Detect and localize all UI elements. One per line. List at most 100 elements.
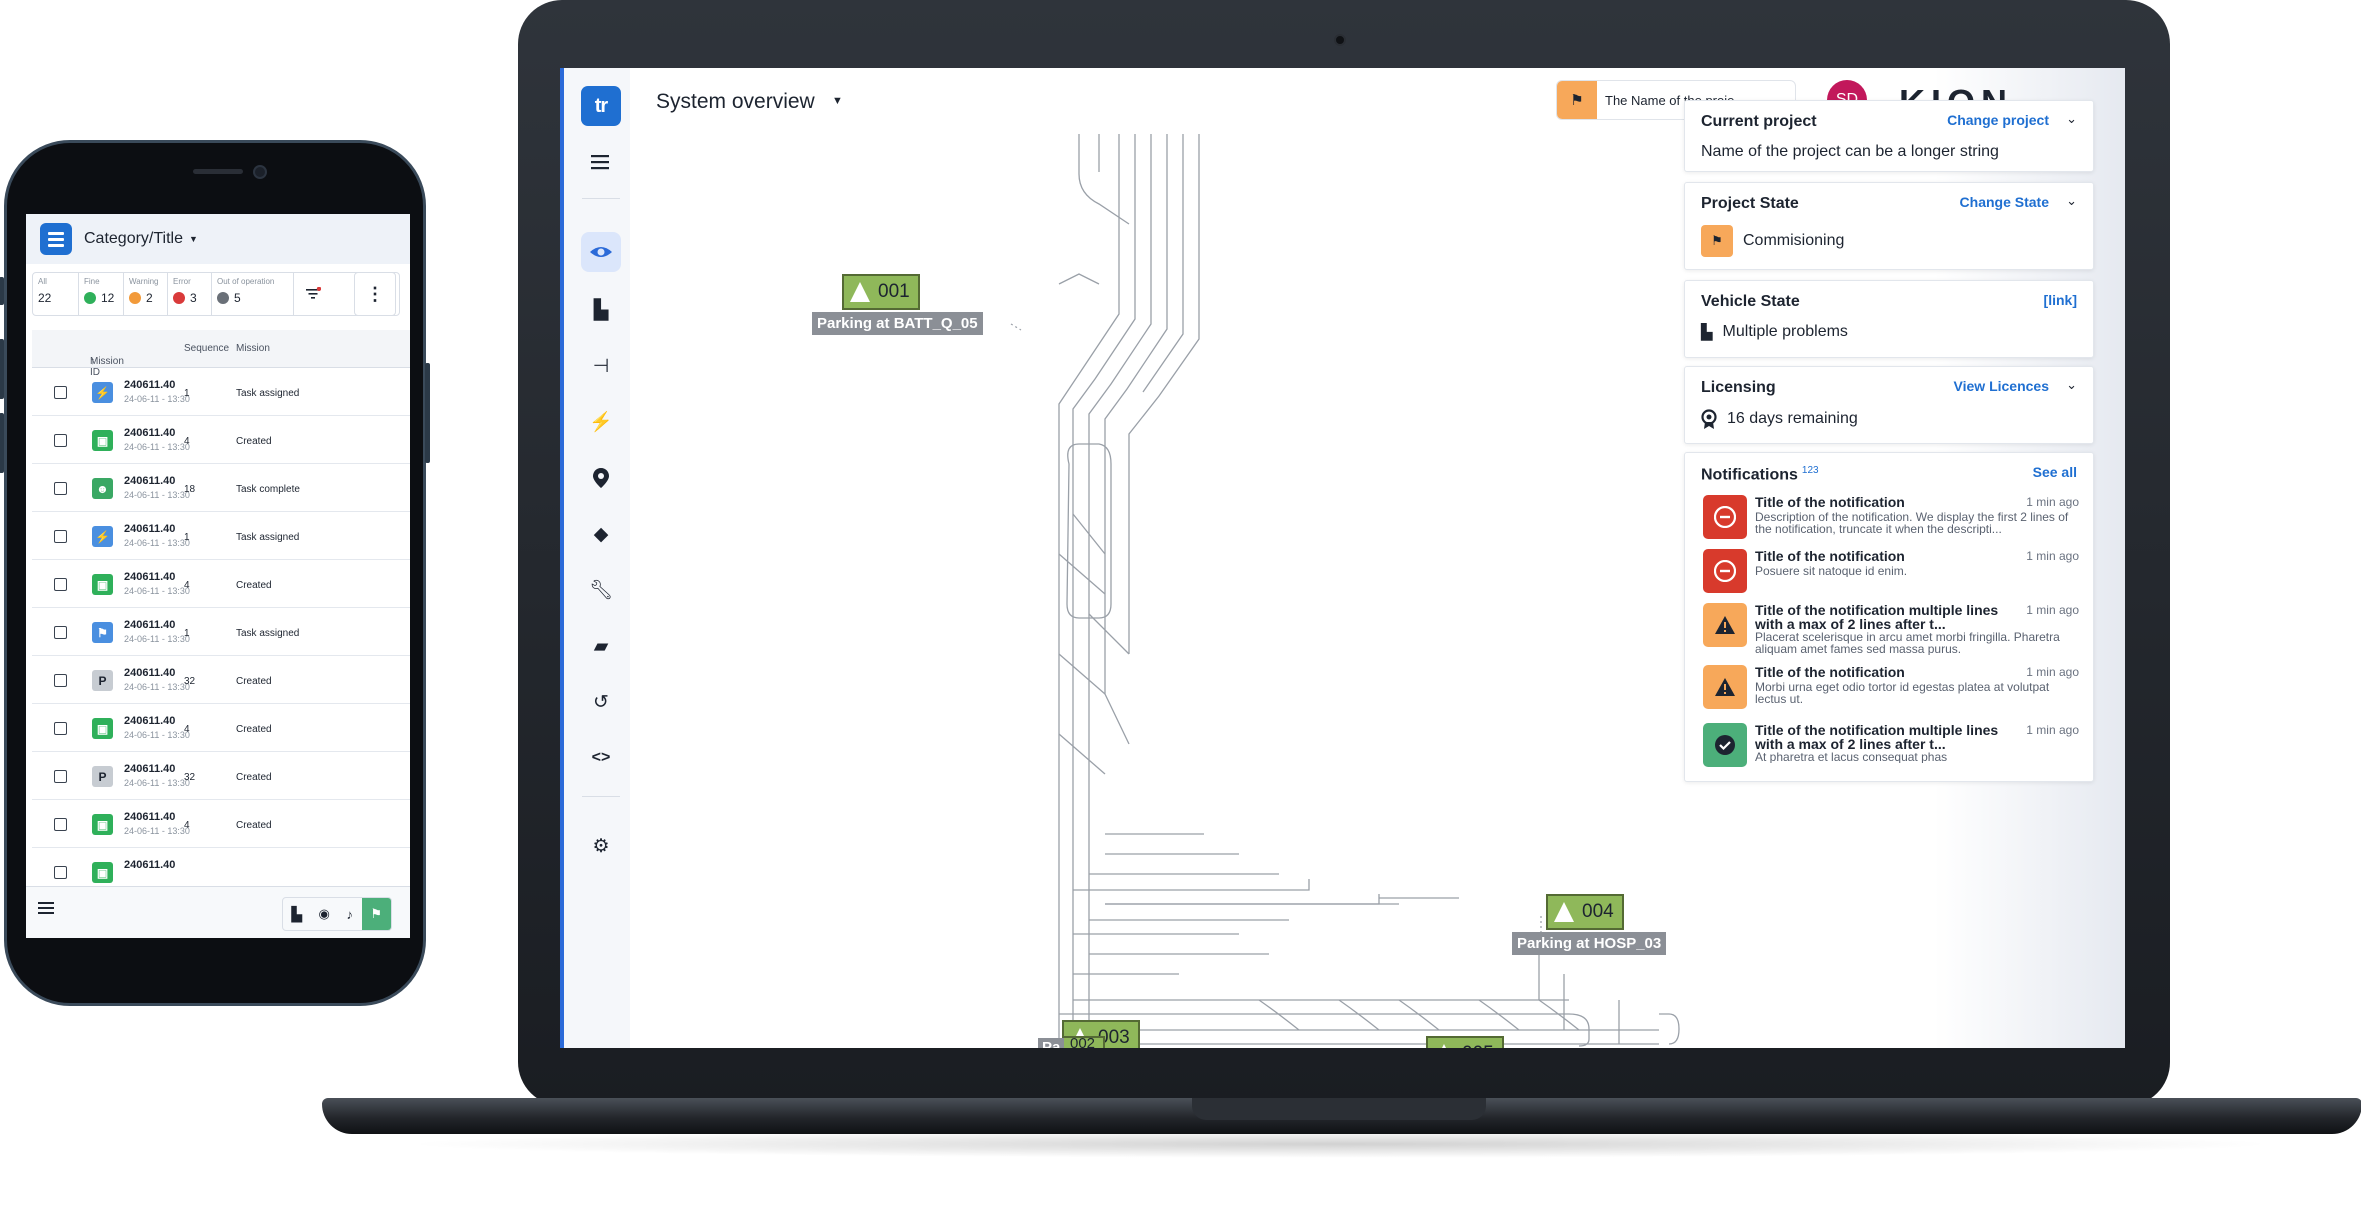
- table-row[interactable]: ▣ 240611.40 24-06-11 - 13:30 4 Created: [32, 560, 410, 608]
- vehicle-state-value: Multiple problems: [1722, 323, 1848, 340]
- chevron-down-icon[interactable]: ⌄: [2066, 193, 2077, 209]
- signpost-icon[interactable]: ⊣: [581, 346, 621, 386]
- vehicle-id: 001: [878, 281, 910, 302]
- notification-item[interactable]: Title of the notification multiple lines…: [1703, 603, 2079, 657]
- row-checkbox[interactable]: [54, 818, 67, 831]
- more-options-button[interactable]: ⋮: [354, 272, 396, 316]
- vehicle-badge: 004: [1546, 894, 1624, 930]
- notifications-count: 123: [1801, 465, 1819, 476]
- mission-id: 240611.40: [124, 667, 176, 679]
- bell-icon[interactable]: ♪: [338, 898, 362, 930]
- notification-time: 1 min ago: [2026, 665, 2079, 679]
- table-row[interactable]: ☻ 240611.40 24-06-11 - 13:30 18 Task complet…: [32, 464, 410, 512]
- stat-value: 12: [101, 291, 115, 305]
- stat-out-of-operation[interactable]: Out of operation 5: [212, 273, 294, 315]
- table-row[interactable]: ⚡ 240611.40 24-06-11 - 13:30 1 Task assigned: [32, 512, 410, 560]
- cone-icon: [1434, 1044, 1454, 1048]
- row-checkbox[interactable]: [54, 530, 67, 543]
- caret-down-icon[interactable]: ▼: [832, 95, 843, 107]
- row-checkbox[interactable]: [54, 386, 67, 399]
- hamburger-menu-icon[interactable]: [38, 901, 56, 915]
- row-checkbox[interactable]: [54, 722, 67, 735]
- category-title[interactable]: Category/Title: [84, 230, 183, 248]
- change-state-link[interactable]: Change State: [1960, 194, 2049, 210]
- stat-all[interactable]: All 22: [33, 273, 79, 315]
- checkered-flag-icon: ⚑: [1701, 225, 1733, 257]
- vehicle-icon[interactable]: ▙: [581, 290, 621, 330]
- vehicle-id: 004: [1582, 901, 1614, 922]
- row-checkbox[interactable]: [54, 866, 67, 879]
- table-row[interactable]: P 240611.40 24-06-11 - 13:30 32 Created: [32, 656, 410, 704]
- mission-id: 240611.40: [124, 475, 176, 487]
- notification-description: Morbi urna eget odio tortor id egestas p…: [1755, 681, 2050, 705]
- laptop-screen: 001 Parking at BATT_Q_05 004 Parking at …: [560, 68, 2125, 1048]
- stat-error[interactable]: Error 3: [168, 273, 212, 315]
- app-logo-icon[interactable]: [40, 223, 72, 255]
- charging-icon: ▣: [92, 574, 113, 595]
- mission-date: 24-06-11 - 13:30: [124, 778, 190, 788]
- mission-status: Created: [236, 820, 272, 831]
- col-sequence[interactable]: Sequence: [184, 343, 229, 354]
- notification-description: Posuere sit natoque id enim.: [1755, 565, 1908, 577]
- caret-down-icon[interactable]: ▼: [189, 234, 198, 244]
- charging-plug-icon[interactable]: ⚡: [581, 402, 621, 442]
- table-row[interactable]: ⚡ 240611.40 24-06-11 - 13:30 1 Task assigned: [32, 368, 410, 416]
- licensing-card: Licensing View Licences ⌄ 16 days remain…: [1684, 366, 2094, 444]
- flag-icon[interactable]: ⚑: [361, 898, 391, 930]
- truck-icon[interactable]: ▰: [581, 626, 621, 666]
- row-checkbox[interactable]: [54, 578, 67, 591]
- see-all-link[interactable]: See all: [2033, 464, 2077, 480]
- view-licences-link[interactable]: View Licences: [1954, 378, 2049, 394]
- laptop-camera: [1334, 34, 1346, 46]
- notification-time: 1 min ago: [2026, 495, 2079, 509]
- stat-warning[interactable]: Warning 2: [124, 273, 168, 315]
- row-checkbox[interactable]: [54, 626, 67, 639]
- row-checkbox[interactable]: [54, 482, 67, 495]
- table-row[interactable]: P 240611.40 24-06-11 - 13:30 32 Created: [32, 752, 410, 800]
- code-icon[interactable]: <>: [581, 738, 621, 778]
- route-icon[interactable]: ◆: [581, 514, 621, 554]
- quick-actions: ▙ ◉ ♪ ⚑: [282, 897, 392, 931]
- table-row[interactable]: ⚑ 240611.40 24-06-11 - 13:30 1 Task assigned: [32, 608, 410, 656]
- notification-item[interactable]: Title of the notification multiple lines…: [1703, 723, 2079, 777]
- phone-volume-up: [0, 339, 4, 399]
- hamburger-menu-icon[interactable]: [581, 142, 621, 182]
- gear-icon[interactable]: ⚙: [581, 826, 621, 866]
- col-mission[interactable]: Mission: [236, 343, 270, 354]
- history-icon[interactable]: ↺: [581, 682, 621, 722]
- stat-label: Error: [173, 277, 191, 286]
- chevron-down-icon[interactable]: ⌄: [2066, 377, 2077, 393]
- vehicle-icon[interactable]: ▙: [283, 898, 310, 930]
- phone-screen: Category/Title ▼ All 22 Fine 12 Warning …: [26, 214, 410, 938]
- table-row[interactable]: ▣ 240611.40 24-06-11 - 13:30 4 Created: [32, 800, 410, 848]
- eye-icon[interactable]: [581, 232, 621, 272]
- notification-description: Description of the notification. We disp…: [1755, 511, 2069, 535]
- phone-mute-switch: [0, 277, 4, 305]
- notification-item[interactable]: Title of the notification Posuere sit nat…: [1703, 549, 2079, 603]
- vehicle-state-card: Vehicle State [link] ▙ Multiple problems: [1684, 280, 2094, 358]
- notification-item[interactable]: Title of the notification Description of …: [1703, 495, 2079, 549]
- row-checkbox[interactable]: [54, 674, 67, 687]
- chevron-down-icon[interactable]: ⌄: [2066, 111, 2077, 127]
- notification-item[interactable]: Title of the notification Morbi urna eget…: [1703, 665, 2079, 719]
- filter-icon: [306, 287, 321, 299]
- mission-date: 24-06-11 - 13:30: [124, 682, 190, 692]
- row-checkbox[interactable]: [54, 434, 67, 447]
- more-vertical-icon: ⋮: [366, 283, 384, 304]
- location-icon[interactable]: ◉: [310, 898, 337, 930]
- table-row[interactable]: ▣ 240611.40 24-06-11 - 13:30 4 Created: [32, 416, 410, 464]
- wrench-icon[interactable]: 🔧︎: [581, 570, 621, 610]
- location-pin-icon[interactable]: [581, 458, 621, 498]
- mission-id: 240611.40: [124, 619, 176, 631]
- sidebar-divider: [582, 796, 620, 797]
- change-project-link[interactable]: Change project: [1947, 112, 2049, 128]
- table-row[interactable]: ▣ 240611.40 24-06-11 - 13:30 4 Created: [32, 704, 410, 752]
- stat-fine[interactable]: Fine 12: [79, 273, 124, 315]
- vehicle-state-link[interactable]: [link]: [2044, 292, 2077, 308]
- app-logo[interactable]: tr: [581, 86, 621, 126]
- filter-button[interactable]: [294, 273, 332, 315]
- row-checkbox[interactable]: [54, 770, 67, 783]
- stat-label: Warning: [129, 277, 159, 286]
- page-title[interactable]: System overview: [656, 90, 815, 114]
- vehicle-badge: 002: [1062, 1036, 1106, 1048]
